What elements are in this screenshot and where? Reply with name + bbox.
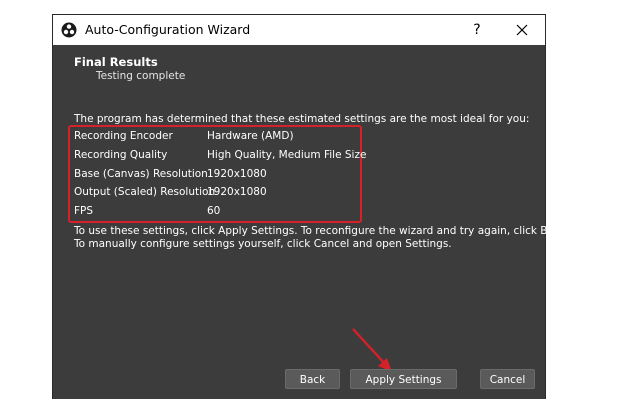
result-value: 1920x1080 xyxy=(207,186,267,198)
cancel-button[interactable]: Cancel xyxy=(480,369,535,389)
result-label: Base (Canvas) Resolution xyxy=(74,168,208,180)
result-value: 1920x1080 xyxy=(207,168,267,180)
apply-instructions-line: To manually configure settings yourself,… xyxy=(74,238,452,250)
result-label: Output (Scaled) Resolution xyxy=(74,186,216,198)
result-label: Recording Quality xyxy=(74,149,168,161)
results-row: Recording Quality High Quality, Medium F… xyxy=(74,149,374,164)
result-label: Recording Encoder xyxy=(74,130,173,142)
results-row: Output (Scaled) Resolution 1920x1080 xyxy=(74,186,374,201)
help-button[interactable]: ? xyxy=(466,19,488,41)
close-button[interactable] xyxy=(511,19,533,41)
section-title: Final Results xyxy=(74,55,158,69)
result-value: High Quality, Medium File Size xyxy=(207,149,367,161)
title-bar: Auto-Configuration Wizard ? xyxy=(53,15,545,45)
result-value: 60 xyxy=(207,205,221,217)
result-value: Hardware (AMD) xyxy=(207,130,294,142)
results-row: Base (Canvas) Resolution 1920x1080 xyxy=(74,168,374,183)
section-subtitle: Testing complete xyxy=(96,70,186,82)
back-button[interactable]: Back xyxy=(285,369,340,389)
result-label: FPS xyxy=(74,205,94,217)
obs-logo-icon xyxy=(61,22,77,38)
apply-instructions-line: To use these settings, click Apply Setti… xyxy=(74,225,570,237)
results-row: FPS 60 xyxy=(74,205,374,220)
apply-instructions: To use these settings, click Apply Setti… xyxy=(74,225,569,251)
apply-settings-button[interactable]: Apply Settings xyxy=(350,369,457,389)
window-title: Auto-Configuration Wizard xyxy=(85,22,251,37)
auto-config-wizard-window: Auto-Configuration Wizard ? Final Result… xyxy=(53,15,569,399)
results-row: Recording Encoder Hardware (AMD) xyxy=(74,130,374,145)
close-icon xyxy=(516,24,528,36)
intro-text: The program has determined that these es… xyxy=(74,113,530,125)
